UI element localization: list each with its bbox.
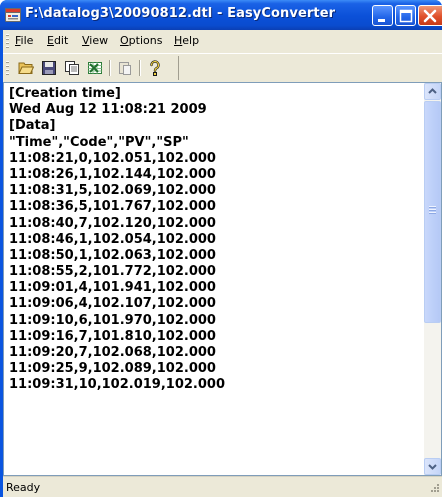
menu-options-rest: ptions [128,34,163,47]
menu-options-hotkey: O [120,34,129,47]
document-line: [Creation time] [9,86,121,101]
toolbar-separator [139,60,141,76]
window-title: F:\datalog3\20090812.dtl - EasyConverter [25,6,336,21]
menu-edit-rest: dit [53,34,69,47]
excel-export-icon [88,62,102,74]
app-icon [5,8,21,22]
paste-icon [119,62,131,75]
menu-view[interactable]: View [82,34,108,47]
menu-view-rest: iew [89,34,109,47]
document-line: 11:08:50,1,102.063,102.000 [9,247,216,263]
scroll-down-button[interactable] [424,458,441,475]
menu-edit[interactable]: Edit [47,34,68,47]
paste-button[interactable] [114,58,136,78]
document-line: 11:08:21,0,102.051,102.000 [9,150,216,166]
copy-button[interactable] [61,58,83,78]
document-text-area[interactable]: [Creation time] Wed Aug 12 11:08:21 2009[… [3,82,442,476]
document-line: "Time","Code","PV","SP" [9,134,189,150]
menu-help[interactable]: Help [174,34,199,47]
close-icon [423,9,437,23]
open-button[interactable] [15,58,37,78]
chevron-down-icon [428,464,437,470]
toolbar [3,53,442,81]
menu-file[interactable]: File [15,34,33,47]
chevron-up-icon [428,88,437,94]
document-line: 11:09:16,7,101.810,102.000 [9,328,216,344]
scroll-up-button[interactable] [424,83,441,100]
document-line: 11:09:31,10,102.019,102.000 [9,377,225,393]
excel-export-button[interactable] [84,58,106,78]
document-content: [Creation time] Wed Aug 12 11:08:21 2009[… [9,86,419,394]
document-line: 11:09:06,4,102.107,102.000 [9,296,216,312]
status-text: Ready [6,481,41,494]
menu-edit-hotkey: E [47,34,54,47]
maximize-button[interactable] [395,5,416,26]
help-icon [150,60,160,76]
toolbar-end [173,56,179,80]
document-line: 11:09:25,9,102.089,102.000 [9,361,216,377]
status-bar: Ready [3,476,442,497]
document-line: 11:08:55,2,101.772,102.000 [9,264,216,280]
copy-icon [65,61,79,75]
client-area: File Edit View Options Help [Creation ti… [3,30,442,497]
document-line: 11:09:20,7,102.068,102.000 [9,345,216,360]
document-line: 11:09:10,6,101.970,102.000 [9,312,216,328]
open-folder-icon [18,62,34,74]
resize-grip-icon[interactable] [428,483,440,495]
scrollbar-thumb[interactable] [424,101,441,323]
menu-file-rest: ile [20,34,34,47]
minimize-icon [378,19,385,22]
menu-options[interactable]: Options [120,34,162,47]
application-window: F:\datalog3\20090812.dtl - EasyConverter… [0,0,442,497]
toolbar-grip[interactable] [6,61,9,75]
thumb-grip [429,206,436,215]
save-icon [42,61,56,75]
close-button[interactable] [418,5,442,26]
document-line: 11:08:46,1,102.054,102.000 [9,231,216,247]
title-bar[interactable]: F:\datalog3\20090812.dtl - EasyConverter [0,0,442,30]
vertical-scrollbar[interactable] [424,83,441,475]
menu-help-rest: elp [182,34,200,47]
help-button[interactable] [144,58,166,78]
document-line: 11:08:26,1,102.144,102.000 [9,166,216,182]
menu-grip[interactable] [6,34,9,48]
save-button[interactable] [38,58,60,78]
document-line: 11:08:36,5,101.767,102.000 [9,199,216,215]
document-line: Wed Aug 12 11:08:21 2009 [9,102,207,118]
maximize-icon [399,9,413,23]
menu-bar: File Edit View Options Help [3,30,442,52]
document-line: 11:09:01,4,101.941,102.000 [9,280,216,296]
document-line: 11:08:40,7,102.120,102.000 [9,215,216,231]
document-line: [Data] [9,118,56,134]
document-line: 11:08:31,5,102.069,102.000 [9,183,216,199]
toolbar-separator [109,60,111,76]
minimize-button[interactable] [372,5,393,26]
